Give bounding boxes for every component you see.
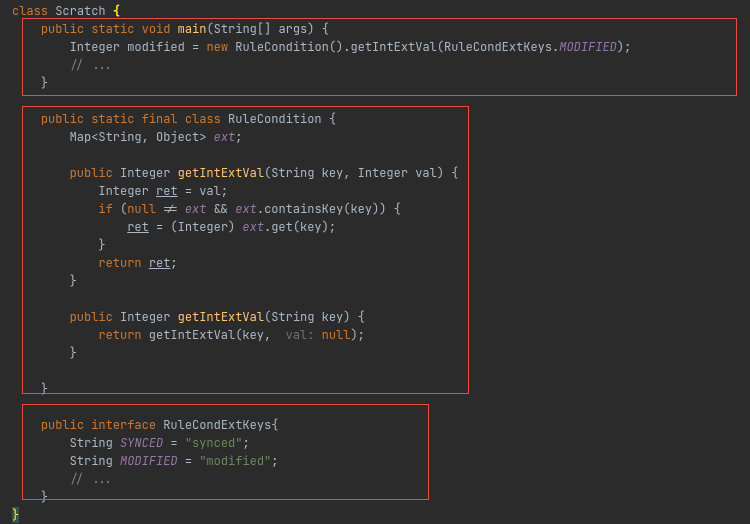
code-line: } xyxy=(0,74,750,92)
code-line: public static final class RuleCondition … xyxy=(0,110,750,128)
code-line: } xyxy=(0,380,750,398)
code-editor[interactable]: class Scratch { public static void main(… xyxy=(0,2,750,519)
code-line: return ret; xyxy=(0,254,750,272)
code-line xyxy=(0,92,750,110)
code-line xyxy=(0,398,750,416)
code-line xyxy=(0,146,750,164)
code-line: public static void main(String[] args) { xyxy=(0,20,750,38)
code-line: return getIntExtVal(key, val: null); xyxy=(0,326,750,344)
code-line: Integer modified = new RuleCondition().g… xyxy=(0,38,750,56)
code-line: ret = (Integer) ext.get(key); xyxy=(0,218,750,236)
code-line: } xyxy=(0,344,750,362)
code-line: } xyxy=(0,488,750,506)
code-line: } xyxy=(0,272,750,290)
code-line: } xyxy=(0,506,750,524)
code-line: public interface RuleCondExtKeys{ xyxy=(0,416,750,434)
code-line: // ... xyxy=(0,470,750,488)
code-line: public Integer getIntExtVal(String key) … xyxy=(0,308,750,326)
code-line: Map<String, Object> ext; xyxy=(0,128,750,146)
code-line xyxy=(0,290,750,308)
code-line: if (null != ext && ext.containsKey(key))… xyxy=(0,200,750,218)
code-line: String MODIFIED = "modified"; xyxy=(0,452,750,470)
code-line: // ... xyxy=(0,56,750,74)
code-line: public Integer getIntExtVal(String key, … xyxy=(0,164,750,182)
code-line: String SYNCED = "synced"; xyxy=(0,434,750,452)
code-line: } xyxy=(0,236,750,254)
code-line: Integer ret = val; xyxy=(0,182,750,200)
code-line: class Scratch { xyxy=(0,2,750,20)
code-line xyxy=(0,362,750,380)
